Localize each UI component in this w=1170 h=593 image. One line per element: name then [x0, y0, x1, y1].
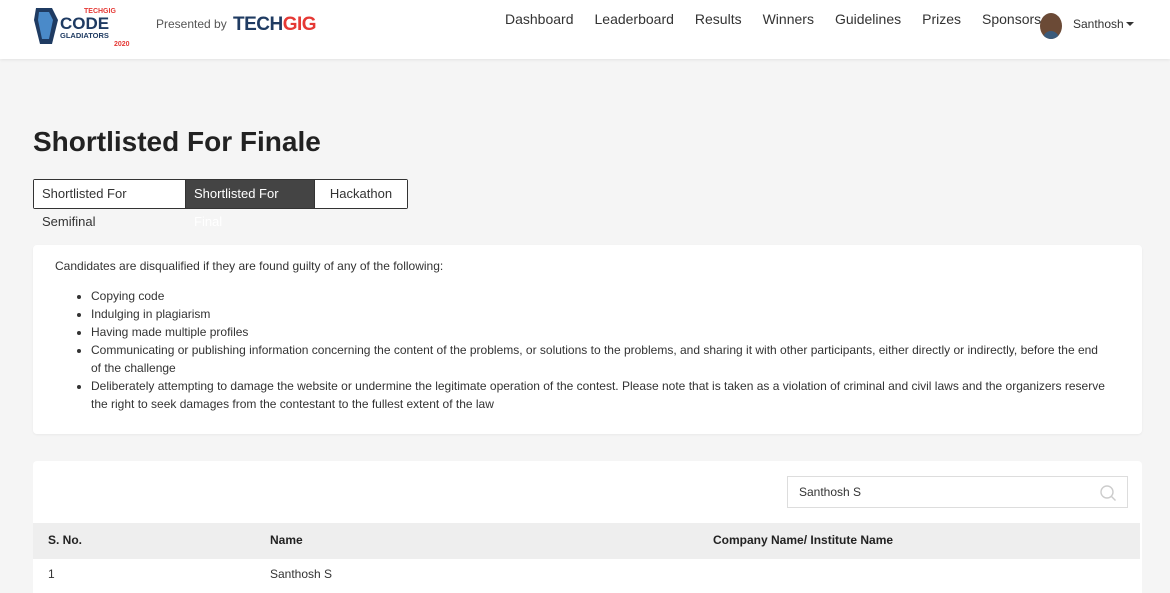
- tab-shortlisted-final[interactable]: Shortlisted For Final: [186, 180, 315, 229]
- chevron-down-icon[interactable]: [1126, 22, 1134, 26]
- nav-leaderboard[interactable]: Leaderboard: [595, 11, 674, 27]
- search-input[interactable]: [788, 477, 1088, 507]
- nav-guidelines[interactable]: Guidelines: [835, 11, 901, 27]
- col-header-sno[interactable]: S. No.: [48, 533, 82, 547]
- rule-item: Indulging in plagiarism: [91, 305, 1111, 323]
- logo-year-text: 2020: [114, 41, 130, 48]
- user-name[interactable]: Santhosh: [1073, 17, 1124, 31]
- rule-item: Copying code: [91, 287, 1111, 305]
- site-header: TECHGIG CODE GLADIATORS 2020 Presented b…: [0, 0, 1170, 59]
- brand-gig-text: GIG: [282, 14, 317, 35]
- rules-intro: Candidates are disqualified if they are …: [55, 259, 444, 273]
- results-table-card: S. No. Name Company Name/ Institute Name…: [33, 461, 1142, 593]
- nav-results[interactable]: Results: [695, 11, 742, 27]
- search-icon[interactable]: [1099, 484, 1117, 502]
- tab-shortlisted-semifinal[interactable]: Shortlisted For Semifinal: [34, 180, 186, 229]
- col-header-company[interactable]: Company Name/ Institute Name: [713, 533, 893, 547]
- brand-tech-text: TECH: [233, 14, 283, 35]
- cell-name: Santhosh S: [270, 567, 333, 581]
- logo-sub-text: GLADIATORS: [60, 31, 109, 40]
- nav-winners[interactable]: Winners: [763, 11, 814, 27]
- nav-dashboard[interactable]: Dashboard: [505, 11, 574, 27]
- cell-sno: 1: [48, 567, 55, 581]
- nav-prizes[interactable]: Prizes: [922, 11, 961, 27]
- user-avatar[interactable]: [1040, 13, 1062, 39]
- techgig-brand-logo[interactable]: TECHGIG: [233, 14, 317, 36]
- table-header: S. No. Name Company Name/ Institute Name: [33, 523, 1140, 559]
- shortlist-tabs: Shortlisted For Semifinal Shortlisted Fo…: [33, 179, 408, 229]
- main-nav: Dashboard Leaderboard Results Winners Gu…: [505, 11, 1062, 27]
- rules-list: Copying code Indulging in plagiarism Hav…: [91, 287, 1111, 413]
- rule-item: Deliberately attempting to damage the we…: [91, 377, 1111, 413]
- table-row: 1 Santhosh S: [33, 559, 1140, 589]
- col-header-name[interactable]: Name: [270, 533, 303, 547]
- code-gladiators-logo[interactable]: TECHGIG CODE GLADIATORS 2020: [30, 4, 142, 48]
- page-title: Shortlisted For Finale: [33, 126, 321, 157]
- tab-hackathon[interactable]: Hackathon: [315, 180, 407, 208]
- disqualification-rules-card: Candidates are disqualified if they are …: [33, 245, 1142, 434]
- presented-by-label: Presented by: [156, 17, 227, 31]
- rule-item: Communicating or publishing information …: [91, 341, 1111, 377]
- search-box: [787, 476, 1128, 508]
- rule-item: Having made multiple profiles: [91, 323, 1111, 341]
- nav-sponsors[interactable]: Sponsors: [982, 11, 1041, 27]
